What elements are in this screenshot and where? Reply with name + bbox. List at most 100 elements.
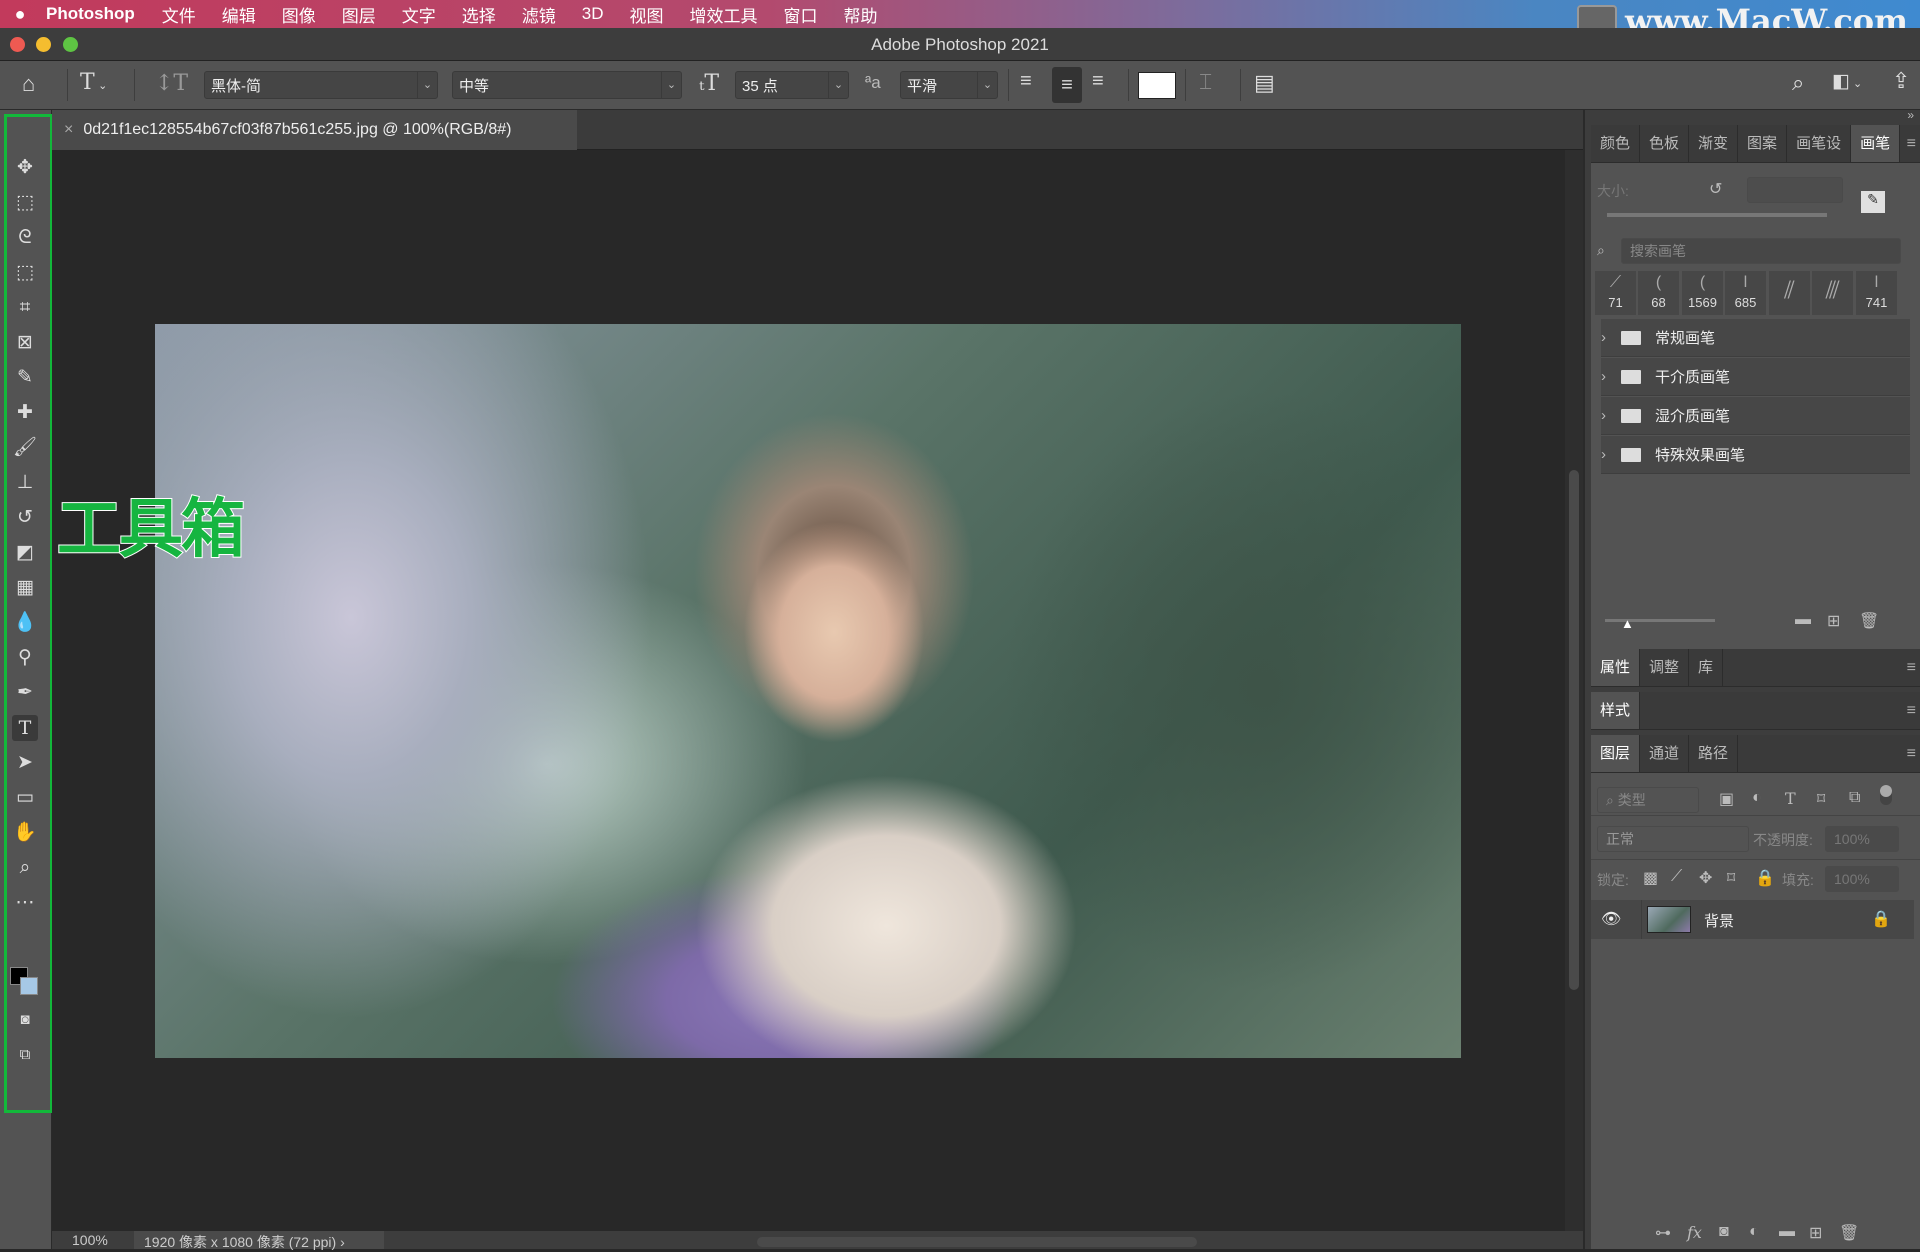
blend-mode-select[interactable]: 正常 [1597,826,1749,852]
zoom-level[interactable]: 100% [72,1232,108,1248]
menu-image[interactable]: 图像 [269,2,329,27]
tab-brush-settings[interactable]: 画笔设 [1787,125,1852,162]
size-input[interactable] [1747,177,1843,203]
panel-menu-icon[interactable]: ≡ [1907,135,1916,153]
brush-folder[interactable]: › 常规画笔 [1601,319,1910,357]
fill-input[interactable]: 100% [1825,866,1899,892]
font-style-select[interactable]: 中等 ⌄ [452,71,682,99]
tab-color[interactable]: 颜色 [1591,125,1641,162]
new-brush-icon[interactable]: ⊞ [1827,611,1840,631]
layer-filter-select[interactable]: ⌕ 类型 [1597,787,1699,813]
menu-file[interactable]: 文件 [149,2,209,27]
menu-view[interactable]: 视图 [617,2,677,27]
brush-preset[interactable]: (68 [1638,271,1679,315]
align-center-icon[interactable]: ≡ [1052,67,1082,103]
panel-menu-icon[interactable]: ≡ [1907,659,1916,677]
vertical-scrollbar[interactable] [1565,150,1583,1231]
menu-window[interactable]: 窗口 [771,2,831,27]
new-group-icon[interactable]: ▬ [1779,1223,1795,1241]
brush-folder[interactable]: › 特殊效果画笔 [1601,436,1910,474]
tab-libraries[interactable]: 库 [1689,649,1724,686]
menu-edit[interactable]: 编辑 [209,2,269,27]
tab-styles[interactable]: 样式 [1591,692,1641,729]
add-mask-icon[interactable]: ◙ [1719,1223,1729,1241]
filter-smart-object-icon[interactable]: ⧉ [1849,789,1860,807]
tab-patterns[interactable]: 图案 [1738,125,1788,162]
tab-paths[interactable]: 路径 [1689,735,1739,772]
filter-pixel-icon[interactable]: ▣ [1719,789,1734,809]
document-tab[interactable]: × 0d21f1ec128554b67cf03f87b561c255.jpg @… [52,110,577,150]
tab-brushes[interactable]: 画笔 [1851,125,1901,162]
align-left-icon[interactable]: ≡ [1020,70,1032,93]
menu-plugins[interactable]: 增效工具 [677,2,771,27]
menu-photoshop[interactable]: Photoshop [40,4,149,24]
adjustment-layer-icon[interactable]: ◐ [1749,1223,1759,1241]
new-brush-icon[interactable]: ✎ [1861,191,1885,213]
brush-preset[interactable]: ⫽ [1769,271,1810,315]
delete-layer-icon[interactable]: 🗑 [1839,1223,1859,1243]
close-tab-icon[interactable]: × [52,121,83,139]
opacity-input[interactable]: 100% [1825,826,1899,852]
document-image[interactable] [155,324,1461,1058]
share-icon[interactable]: ⇪ [1892,68,1910,94]
panel-menu-icon[interactable]: ≡ [1907,702,1916,720]
font-family-select[interactable]: 黑体-简 ⌄ [204,71,438,99]
document-info[interactable]: 1920 像素 x 1080 像素 (72 ppi) › [134,1231,384,1250]
search-icon[interactable]: ⌕ [1792,70,1804,96]
toggle-text-orientation-icon[interactable]: ↕T [155,71,188,96]
tab-properties[interactable]: 属性 [1591,649,1641,686]
panel-menu-icon[interactable]: ≡ [1907,745,1916,763]
lock-image-icon[interactable]: ⟋ [1671,868,1682,886]
type-tool-preset-icon[interactable]: T ⌄ [80,70,107,95]
brush-preset[interactable]: ⫻ [1812,271,1853,315]
brush-preset[interactable]: ǀ 685 [1725,271,1766,315]
link-layers-icon[interactable]: ⊶ [1655,1223,1671,1243]
tab-gradients[interactable]: 渐变 [1689,125,1739,162]
menu-3d[interactable]: 3D [569,4,617,24]
menu-help[interactable]: 帮助 [831,2,891,27]
lock-artboard-icon[interactable]: ⌑ [1727,868,1735,888]
filter-type-icon[interactable]: T [1785,789,1796,808]
menu-select[interactable]: 选择 [449,2,509,27]
lock-transparent-icon[interactable]: ▩ [1643,868,1658,888]
menu-type[interactable]: 文字 [389,2,449,27]
tab-channels[interactable]: 通道 [1640,735,1690,772]
tab-adjustments[interactable]: 调整 [1640,649,1690,686]
brush-preset[interactable]: ǀ 741 [1856,271,1897,315]
align-right-icon[interactable]: ≡ [1092,70,1104,93]
brush-preset[interactable]: (1569 [1682,271,1723,315]
menu-filter[interactable]: 滤镜 [509,2,569,27]
tab-layers[interactable]: 图层 [1591,735,1641,772]
brush-folder[interactable]: › 干介质画笔 [1601,358,1910,396]
antialias-select[interactable]: 平滑 ⌄ [900,71,998,99]
horizontal-scrollbar-thumb[interactable] [757,1237,1197,1247]
layer-style-icon[interactable]: fx [1687,1223,1702,1242]
new-layer-icon[interactable]: ⊞ [1809,1223,1822,1243]
lock-position-icon[interactable]: ✥ [1699,868,1712,888]
collapse-panels-icon[interactable]: » [1907,108,1914,122]
size-slider[interactable] [1607,213,1827,217]
warp-text-icon[interactable]: ⌶ [1199,70,1212,95]
font-size-select[interactable]: 35 点 ⌄ [735,71,849,99]
brush-preset[interactable]: ⟋ 71 [1595,271,1636,315]
apple-menu-icon[interactable]: ● [0,4,40,25]
delete-icon[interactable]: 🗑 [1859,611,1879,631]
home-icon[interactable]: ⌂ [22,71,35,97]
slider-handle-icon[interactable]: ▲ [1621,616,1634,631]
visibility-eye-icon[interactable]: 👁 [1601,909,1621,929]
new-group-icon[interactable]: ▬ [1795,611,1811,629]
brush-folder[interactable]: › 湿介质画笔 [1601,397,1910,435]
text-color-swatch[interactable] [1138,72,1176,99]
filter-adjustment-icon[interactable]: ◐ [1752,789,1762,807]
menu-layer[interactable]: 图层 [329,2,389,27]
filter-shape-icon[interactable]: ⌑ [1817,789,1825,809]
scrollbar-thumb[interactable] [1569,470,1579,990]
reset-icon[interactable]: ↺ [1709,179,1722,199]
brush-search-input[interactable]: 搜索画笔 [1621,238,1901,264]
tab-swatches[interactable]: 色板 [1640,125,1690,162]
workspace-icon[interactable]: ◧ ⌄ [1832,70,1862,93]
layer-row[interactable]: 👁 背景 🔒 [1591,900,1914,939]
character-panel-icon[interactable]: ▤ [1254,70,1275,96]
filter-toggle[interactable] [1880,785,1892,805]
lock-all-icon[interactable]: 🔒 [1755,868,1775,888]
